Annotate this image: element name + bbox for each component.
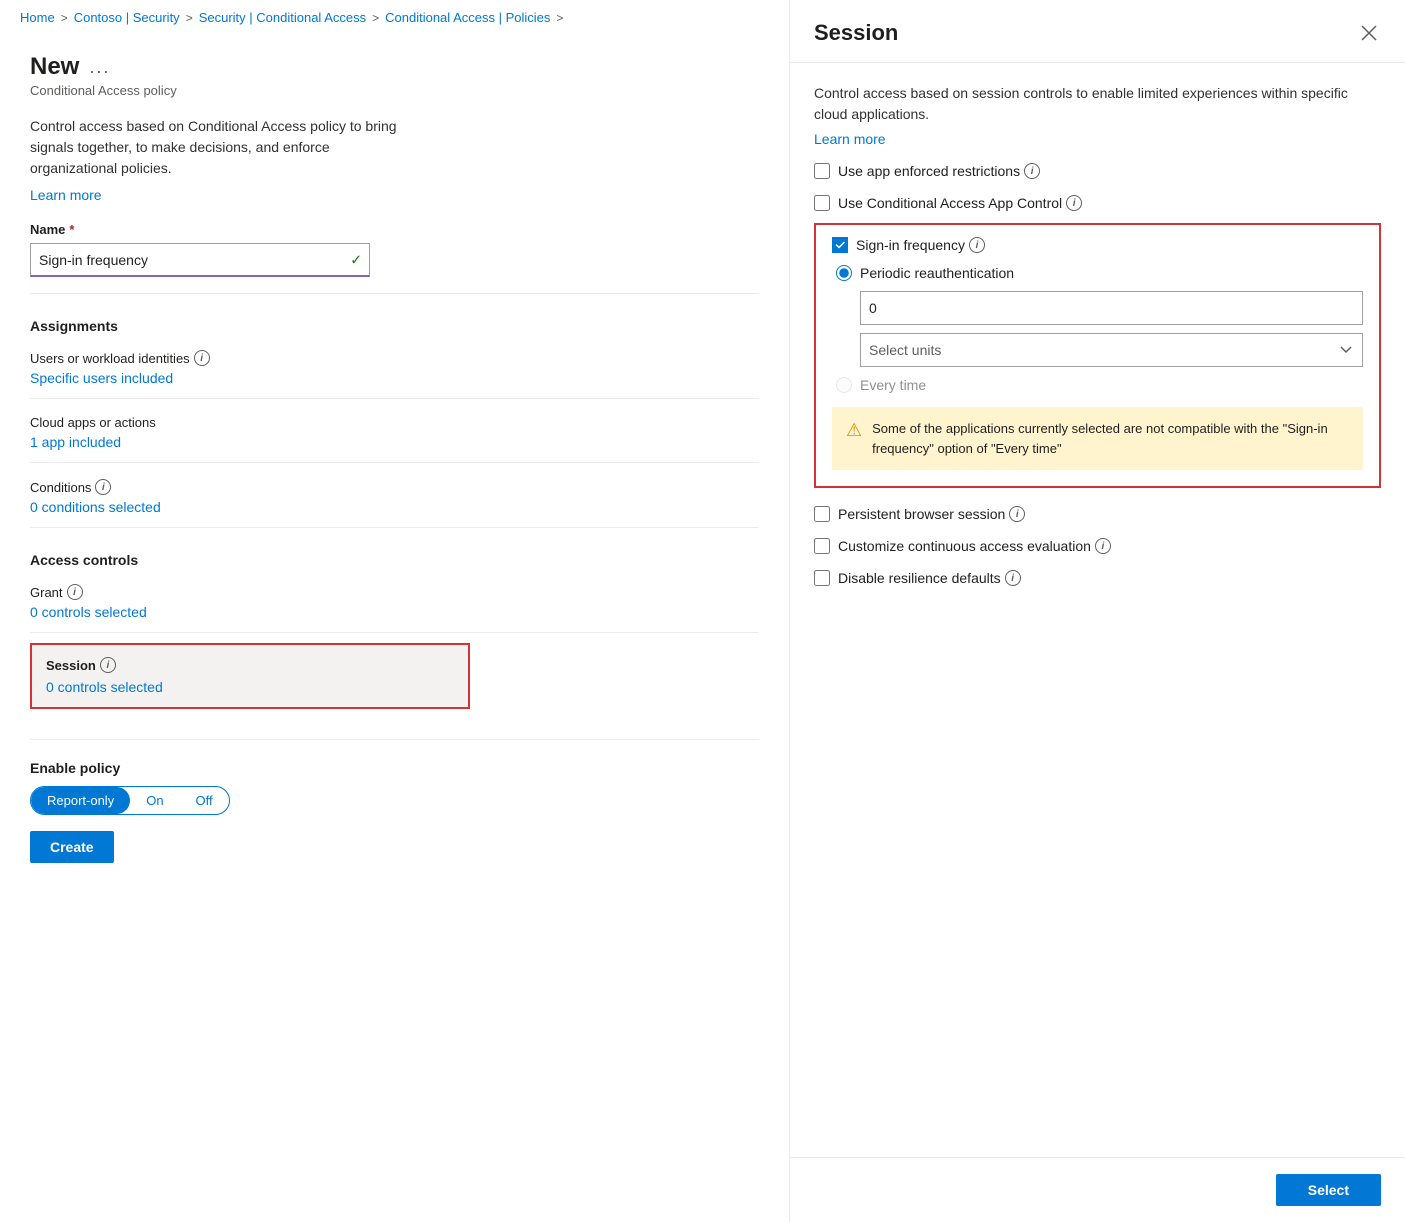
persistent-browser-row: Persistent browser session i: [814, 506, 1381, 522]
page-subtitle: Conditional Access policy: [30, 83, 759, 98]
cloud-apps-value-link[interactable]: 1 app included: [30, 434, 121, 450]
breadcrumb-sep-1: >: [61, 11, 68, 25]
access-controls-label: Access controls: [30, 552, 759, 568]
users-value-link[interactable]: Specific users included: [30, 370, 173, 386]
breadcrumb-security-ca[interactable]: Security | Conditional Access: [199, 10, 366, 25]
ca-app-control-info-icon[interactable]: i: [1066, 195, 1082, 211]
customize-cae-checkbox[interactable]: [814, 538, 830, 554]
breadcrumb-sep-3: >: [372, 11, 379, 25]
app-enforced-checkbox[interactable]: [814, 163, 830, 179]
select-units-dropdown[interactable]: Select units Hours Days: [860, 333, 1363, 367]
customize-cae-info-icon[interactable]: i: [1095, 538, 1111, 554]
app-enforced-label: Use app enforced restrictions i: [838, 163, 1040, 179]
panel-learn-more-link[interactable]: Learn more: [814, 131, 886, 147]
main-content: New ... Conditional Access policy Contro…: [0, 33, 789, 1222]
panel-body: Control access based on session controls…: [790, 63, 1405, 1157]
cloud-apps-section: Cloud apps or actions 1 app included: [30, 415, 759, 450]
conditions-label: Conditions i: [30, 479, 759, 495]
warning-icon: ⚠: [846, 420, 862, 441]
disable-resilience-checkbox[interactable]: [814, 570, 830, 586]
disable-resilience-label: Disable resilience defaults i: [838, 570, 1021, 586]
required-indicator: *: [69, 222, 74, 237]
signin-freq-box: Sign-in frequency i Periodic reauthentic…: [814, 223, 1381, 488]
warning-text: Some of the applications currently selec…: [872, 419, 1349, 458]
toggle-report-only[interactable]: Report-only: [31, 787, 130, 814]
every-time-row: Every time: [836, 377, 1363, 393]
page-description: Control access based on Conditional Acce…: [30, 116, 410, 206]
right-panel: Session Control access based on session …: [790, 0, 1405, 1222]
grant-value-link[interactable]: 0 controls selected: [30, 604, 147, 620]
breadcrumb-contoso[interactable]: Contoso | Security: [74, 10, 180, 25]
persistent-browser-label: Persistent browser session i: [838, 506, 1025, 522]
panel-description: Control access based on session controls…: [814, 83, 1381, 125]
every-time-label: Every time: [860, 377, 926, 393]
ca-app-control-checkbox[interactable]: [814, 195, 830, 211]
signin-freq-checkbox[interactable]: [832, 237, 848, 253]
ca-app-control-label: Use Conditional Access App Control i: [838, 195, 1082, 211]
ca-app-control-row: Use Conditional Access App Control i: [814, 195, 1381, 211]
signin-freq-info-icon[interactable]: i: [969, 237, 985, 253]
periodic-reauth-radio[interactable]: [836, 265, 852, 281]
left-panel: Home > Contoso | Security > Security | C…: [0, 0, 790, 1222]
session-box-title: Session i: [46, 657, 454, 673]
breadcrumb-home[interactable]: Home: [20, 10, 55, 25]
every-time-radio[interactable]: [836, 377, 852, 393]
persistent-browser-info-icon[interactable]: i: [1009, 506, 1025, 522]
close-button[interactable]: [1357, 21, 1381, 45]
panel-footer: Select: [790, 1157, 1405, 1222]
signin-freq-label: Sign-in frequency i: [856, 237, 985, 253]
conditions-section: Conditions i 0 conditions selected: [30, 479, 759, 515]
enable-policy-toggle[interactable]: Report-only On Off: [30, 786, 230, 815]
name-label: Name *: [30, 222, 759, 237]
panel-title: Session: [814, 20, 898, 46]
grant-section: Grant i 0 controls selected: [30, 584, 759, 620]
warning-box: ⚠ Some of the applications currently sel…: [832, 407, 1363, 470]
session-box[interactable]: Session i 0 controls selected: [30, 643, 470, 709]
breadcrumb: Home > Contoso | Security > Security | C…: [0, 0, 789, 33]
disable-resilience-row: Disable resilience defaults i: [814, 570, 1381, 586]
customize-cae-row: Customize continuous access evaluation i: [814, 538, 1381, 554]
select-button[interactable]: Select: [1276, 1174, 1381, 1206]
checkmark-icon: ✓: [350, 252, 362, 269]
breadcrumb-policies[interactable]: Conditional Access | Policies: [385, 10, 550, 25]
cloud-apps-label: Cloud apps or actions: [30, 415, 759, 430]
users-label: Users or workload identities i: [30, 350, 759, 366]
disable-resilience-info-icon[interactable]: i: [1005, 570, 1021, 586]
page-title: New: [30, 53, 79, 81]
name-input[interactable]: [30, 243, 370, 277]
grant-info-icon[interactable]: i: [67, 584, 83, 600]
frequency-number-input[interactable]: [860, 291, 1363, 325]
signin-freq-options: Periodic reauthentication Select units H…: [836, 265, 1363, 393]
grant-label: Grant i: [30, 584, 759, 600]
create-button[interactable]: Create: [30, 831, 114, 863]
conditions-value-link[interactable]: 0 conditions selected: [30, 499, 161, 515]
users-info-icon[interactable]: i: [194, 350, 210, 366]
more-options-button[interactable]: ...: [89, 57, 110, 78]
conditions-info-icon[interactable]: i: [95, 479, 111, 495]
name-field-group: Name * ✓: [30, 222, 759, 277]
app-enforced-row: Use app enforced restrictions i: [814, 163, 1381, 179]
periodic-reauth-row: Periodic reauthentication: [836, 265, 1363, 281]
enable-policy-label: Enable policy: [30, 760, 759, 776]
toggle-on[interactable]: On: [130, 787, 179, 814]
signin-freq-header: Sign-in frequency i: [832, 237, 1363, 253]
customize-cae-label: Customize continuous access evaluation i: [838, 538, 1111, 554]
session-info-icon[interactable]: i: [100, 657, 116, 673]
assignments-label: Assignments: [30, 318, 759, 334]
users-section: Users or workload identities i Specific …: [30, 350, 759, 386]
breadcrumb-sep-4: >: [556, 11, 563, 25]
panel-header: Session: [790, 0, 1405, 63]
enable-policy-section: Enable policy Report-only On Off Create: [30, 739, 759, 863]
name-input-wrapper: ✓: [30, 243, 370, 277]
periodic-reauth-label: Periodic reauthentication: [860, 265, 1014, 281]
persistent-browser-checkbox[interactable]: [814, 506, 830, 522]
app-enforced-info-icon[interactable]: i: [1024, 163, 1040, 179]
session-value-link[interactable]: 0 controls selected: [46, 679, 163, 695]
breadcrumb-sep-2: >: [186, 11, 193, 25]
learn-more-link[interactable]: Learn more: [30, 185, 410, 206]
toggle-off[interactable]: Off: [180, 787, 229, 814]
